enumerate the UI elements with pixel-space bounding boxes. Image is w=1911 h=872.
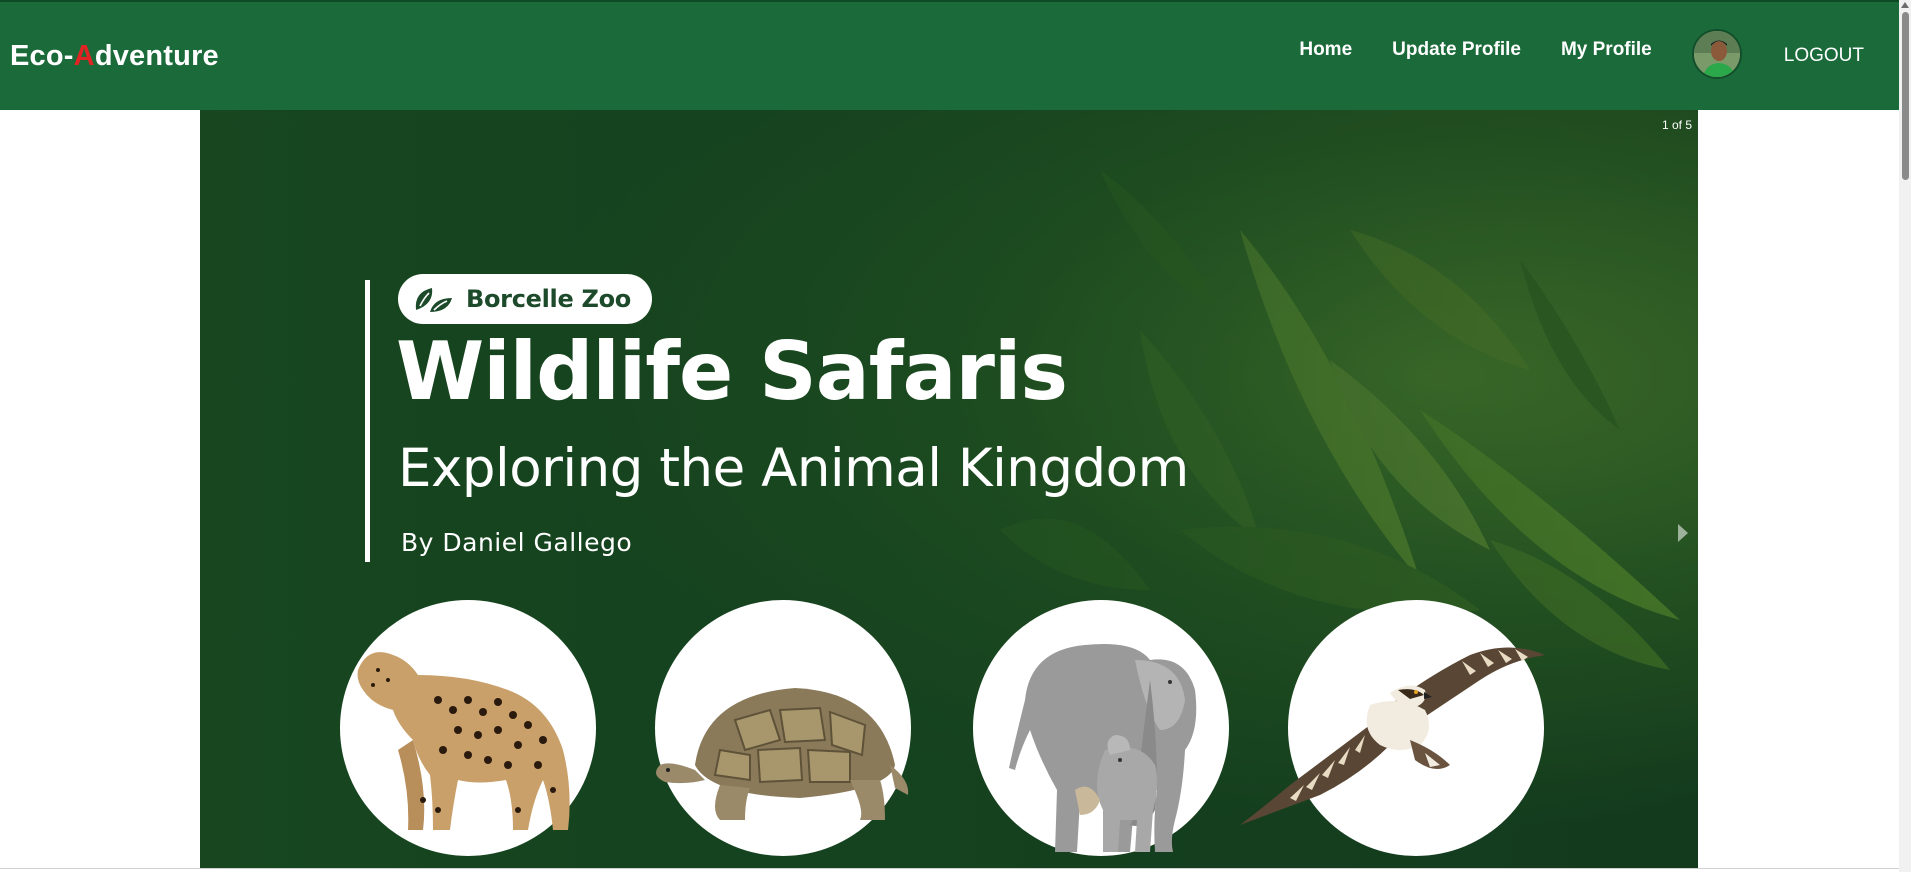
leopard-image xyxy=(357,652,570,830)
nav-menu: Home Update Profile My Profile LOGOUT xyxy=(1299,2,1889,110)
leaves-icon xyxy=(415,288,452,312)
vertical-scrollbar[interactable] xyxy=(1899,0,1911,872)
next-slide-chevron-right-icon[interactable] xyxy=(1678,524,1688,542)
scroll-thumb[interactable] xyxy=(1902,12,1909,180)
brand-logo[interactable]: Eco-Adventure xyxy=(10,40,219,73)
slide-subtitle: Exploring the Animal Kingdom xyxy=(398,438,1189,499)
hero-carousel[interactable]: 1 of 5 Borcelle Zoo Wildlife Safaris Exp… xyxy=(200,110,1698,868)
brand-accent: A xyxy=(73,39,95,72)
tortoise-image xyxy=(656,688,909,820)
nav-link-home[interactable]: Home xyxy=(1299,39,1352,61)
navbar: Eco-Adventure Home Update Profile My Pro… xyxy=(0,0,1899,110)
brand-prefix: Eco- xyxy=(10,39,74,72)
title-accent-bar xyxy=(365,280,370,562)
slide-byline: By Daniel Gallego xyxy=(401,528,633,557)
logout-button[interactable]: LOGOUT xyxy=(1784,45,1864,67)
scroll-up-arrow-icon[interactable] xyxy=(1901,2,1909,8)
zoo-name: Borcelle Zoo xyxy=(466,285,631,313)
nav-link-update-profile[interactable]: Update Profile xyxy=(1392,39,1521,61)
osprey-image xyxy=(1240,647,1545,825)
nav-link-my-profile[interactable]: My Profile xyxy=(1561,39,1652,61)
page-divider xyxy=(0,868,1899,869)
slide-title: Wildlife Safaris xyxy=(396,325,1068,418)
user-avatar[interactable] xyxy=(1691,29,1742,79)
elephant-image xyxy=(1009,644,1197,852)
zoo-badge: Borcelle Zoo xyxy=(398,274,652,324)
avatar-image xyxy=(1693,31,1740,77)
slide-counter: 1 of 5 xyxy=(1661,118,1692,132)
brand-suffix: dventure xyxy=(94,39,219,72)
